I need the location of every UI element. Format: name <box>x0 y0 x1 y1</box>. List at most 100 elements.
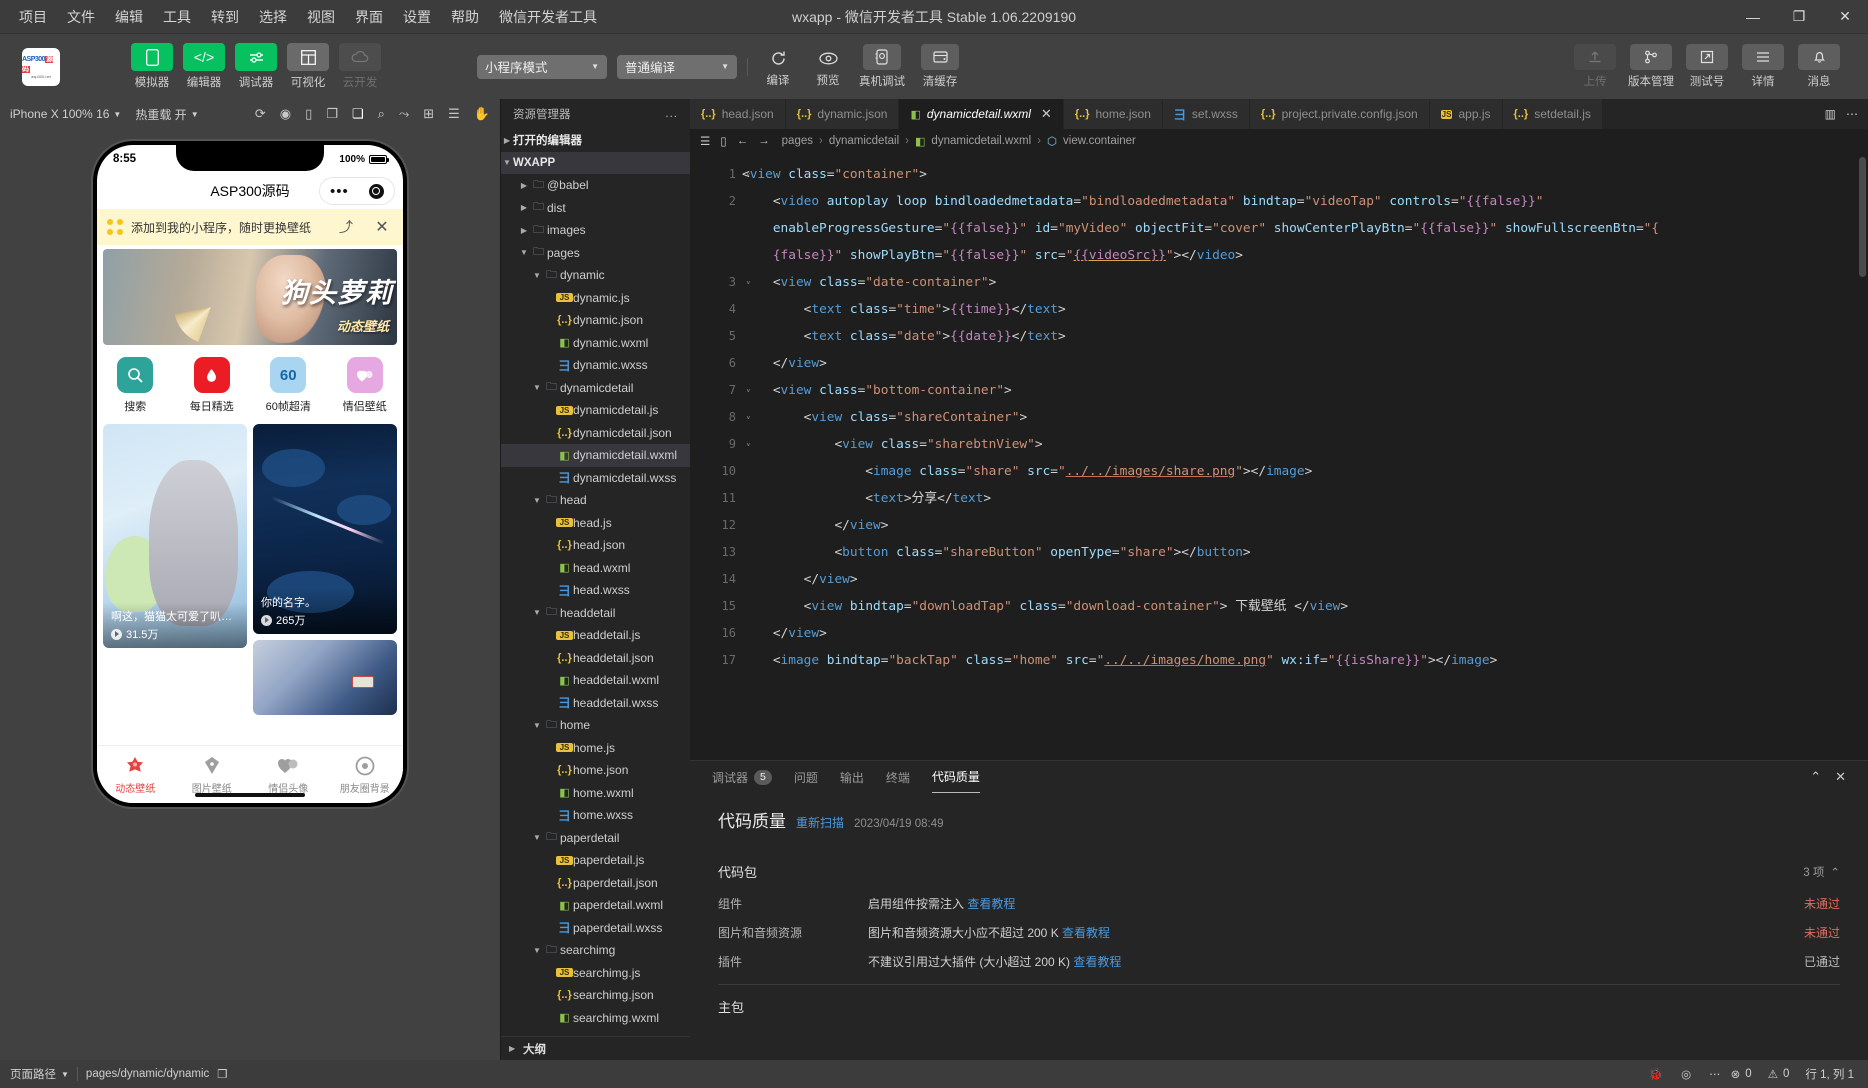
explorer-file-row[interactable]: 彐 dynamic.wxss <box>501 354 690 377</box>
toolbar-debugger-button[interactable]: 调试器 <box>234 43 278 90</box>
explorer-file-row[interactable]: {..} dynamicdetail.json <box>501 422 690 445</box>
fold-icon[interactable]: ᵥ <box>746 161 751 188</box>
explorer-file-row[interactable]: {..} paperdetail.json <box>501 872 690 895</box>
explorer-folder-row[interactable]: ▼ 🗀 head <box>501 489 690 512</box>
compile-button[interactable]: 编译 <box>758 46 798 88</box>
chevron-down-icon[interactable]: ▼ <box>531 608 543 617</box>
close-icon[interactable]: ✕ <box>1835 769 1846 785</box>
category-couple[interactable]: 情侣壁纸 <box>327 357 404 414</box>
add-to-mini-program-banner[interactable]: 添加到我的小程序，随时更换壁纸 ⤴ ✕ <box>97 209 403 245</box>
fold-icon[interactable]: ᵥ <box>746 377 751 404</box>
editor-tab-app-js[interactable]: JS app.js <box>1429 99 1503 129</box>
explorer-file-row[interactable]: {..} head.json <box>501 534 690 557</box>
tutorial-link[interactable]: 查看教程 <box>1062 926 1110 940</box>
editor-tab-head-json[interactable]: {..} head.json <box>690 99 786 129</box>
explorer-folder-row[interactable]: ▼ 🗀 dynamicdetail <box>501 377 690 400</box>
device-select[interactable]: iPhone X 100% 16 ▼ <box>10 107 121 121</box>
explorer-file-row[interactable]: ◧ searchimg.wxml <box>501 1007 690 1030</box>
explorer-file-row[interactable]: 彐 head.wxss <box>501 579 690 602</box>
screen-icon[interactable]: ▯ <box>305 106 312 122</box>
explorer-project-root[interactable]: ▼ WXAPP <box>501 151 690 174</box>
quality-section-main-package[interactable]: 主包 <box>718 989 1840 1024</box>
warning-count[interactable]: ⚠ 0 <box>1768 1067 1790 1081</box>
explorer-file-row[interactable]: {..} dynamic.json <box>501 309 690 332</box>
menu-item-tools[interactable]: 工具 <box>154 3 200 31</box>
chevron-right-icon[interactable]: ▶ <box>518 181 530 190</box>
chevron-down-icon[interactable]: ▼ <box>518 248 530 257</box>
menu-item-file[interactable]: 文件 <box>58 3 104 31</box>
explorer-file-row[interactable]: JS dynamic.js <box>501 287 690 310</box>
panel-tab-debugger[interactable]: 调试器 5 <box>712 761 772 793</box>
wechat-capsule[interactable]: ••• <box>319 177 395 205</box>
close-icon[interactable]: ✕ <box>1041 106 1052 122</box>
explorer-file-row[interactable]: 彐 headdetail.wxss <box>501 692 690 715</box>
compile-select[interactable]: 普通编译 ▼ <box>617 54 737 79</box>
banner-close-icon[interactable]: ✕ <box>371 217 393 237</box>
phone-screen[interactable]: 8:55 100% ASP300源码 ••• 添加到我的小程序，随时更换壁纸 ⤴… <box>97 145 403 803</box>
collapse-icon[interactable]: ⌃ <box>1810 769 1821 785</box>
phone-tab-couple[interactable]: 情侣头像 <box>250 755 327 795</box>
panel-tab-problems[interactable]: 问题 <box>794 761 818 793</box>
wallpaper-card[interactable]: 你的名字。 265万 <box>253 424 397 634</box>
explorer-folder-row[interactable]: ▶ 🗀 @babel <box>501 174 690 197</box>
editor-tab-project-config[interactable]: {..} project.private.config.json <box>1249 99 1430 129</box>
category-search[interactable]: 搜索 <box>97 357 174 414</box>
explorer-folder-row[interactable]: ▼ 🗀 headdetail <box>501 602 690 625</box>
explorer-file-row[interactable]: ◧ home.wxml <box>501 782 690 805</box>
toolbar-visual-button[interactable]: 可视化 <box>286 43 330 90</box>
phone-tab-images[interactable]: 图片壁纸 <box>174 755 251 795</box>
wallpaper-card[interactable]: 啊这，猫猫太可爱了叭修... 31.5万 <box>103 424 247 648</box>
explorer-file-row[interactable]: ◧ paperdetail.wxml <box>501 894 690 917</box>
toolbar-cloud-button[interactable]: 云开发 <box>338 43 382 90</box>
explorer-file-row[interactable]: JS paperdetail.js <box>501 849 690 872</box>
explorer-file-row[interactable]: ◧ dynamic.wxml <box>501 332 690 355</box>
hand-icon[interactable]: ✋ <box>474 106 490 122</box>
maximize-button[interactable]: ❐ <box>1776 0 1822 33</box>
fold-icon[interactable]: ᵥ <box>746 404 751 431</box>
cursor-position[interactable]: 行 1, 列 1 <box>1805 1066 1854 1082</box>
phone-tab-dynamic[interactable]: 动态壁纸 <box>97 755 174 795</box>
panel-tab-output[interactable]: 输出 <box>840 761 864 793</box>
menu-item-view[interactable]: 视图 <box>298 3 344 31</box>
explorer-file-row[interactable]: JS home.js <box>501 737 690 760</box>
eye-icon[interactable]: ◎ <box>1681 1067 1691 1081</box>
page-path-select[interactable]: 页面路径 ▼ <box>10 1066 69 1082</box>
search-icon[interactable]: ⌕ <box>378 106 385 122</box>
editor-tab-setdetail-js[interactable]: {..} setdetail.js <box>1502 99 1603 129</box>
close-button[interactable]: ✕ <box>1822 0 1868 33</box>
upload-button[interactable]: 上传 <box>1570 44 1620 89</box>
explorer-file-row[interactable]: 彐 dynamicdetail.wxss <box>501 467 690 490</box>
minimize-button[interactable]: — <box>1730 0 1776 33</box>
explorer-file-row[interactable]: {..} headdetail.json <box>501 647 690 670</box>
explorer-file-row[interactable]: JS head.js <box>501 512 690 535</box>
explorer-folder-row[interactable]: ▼ 🗀 paperdetail <box>501 827 690 850</box>
chevron-right-icon[interactable]: ▶ <box>518 203 530 212</box>
explorer-folder-row[interactable]: ▼ 🗀 home <box>501 714 690 737</box>
hot-reload-select[interactable]: 热重载 开 ▼ <box>135 106 198 123</box>
breadcrumb-symbol[interactable]: view.container <box>1063 135 1136 147</box>
menu-item-select[interactable]: 选择 <box>250 3 296 31</box>
chevron-down-icon[interactable]: ▼ <box>531 271 543 280</box>
chevron-down-icon[interactable]: ▼ <box>531 833 543 842</box>
more-icon[interactable]: ⋯ <box>1709 1067 1721 1081</box>
editor-tab-dynamicdetail-wxml[interactable]: ◧ dynamicdetail.wxml ✕ <box>899 99 1064 129</box>
breadcrumb-dynamicdetail[interactable]: dynamicdetail <box>829 135 899 147</box>
category-daily[interactable]: 每日精选 <box>174 357 251 414</box>
chevron-up-icon[interactable]: ⌃ <box>1830 865 1840 879</box>
toolbar-editor-button[interactable]: </> 编辑器 <box>182 43 226 90</box>
split-icon[interactable]: ⊞ <box>423 106 434 122</box>
explorer-folder-row[interactable]: ▼ 🗀 dynamic <box>501 264 690 287</box>
explorer-open-editors[interactable]: ▶ 打开的编辑器 <box>501 129 690 152</box>
inspect-icon[interactable]: ❏ <box>352 106 364 122</box>
explorer-more-icon[interactable]: ... <box>665 108 678 120</box>
share-icon[interactable]: ⤳ <box>399 106 409 122</box>
bookmark-icon[interactable]: ▯ <box>720 134 726 148</box>
editor-tab-home-json[interactable]: {..} home.json <box>1063 99 1163 129</box>
explorer-file-row[interactable]: ◧ head.wxml <box>501 557 690 580</box>
explorer-file-row[interactable]: JS dynamicdetail.js <box>501 399 690 422</box>
breadcrumb-pages[interactable]: pages <box>782 135 813 147</box>
preview-button[interactable]: 预览 <box>808 46 848 88</box>
explorer-file-row[interactable]: JS headdetail.js <box>501 624 690 647</box>
outline-icon[interactable]: ☰ <box>700 134 710 148</box>
explorer-file-row[interactable]: 彐 home.wxss <box>501 804 690 827</box>
